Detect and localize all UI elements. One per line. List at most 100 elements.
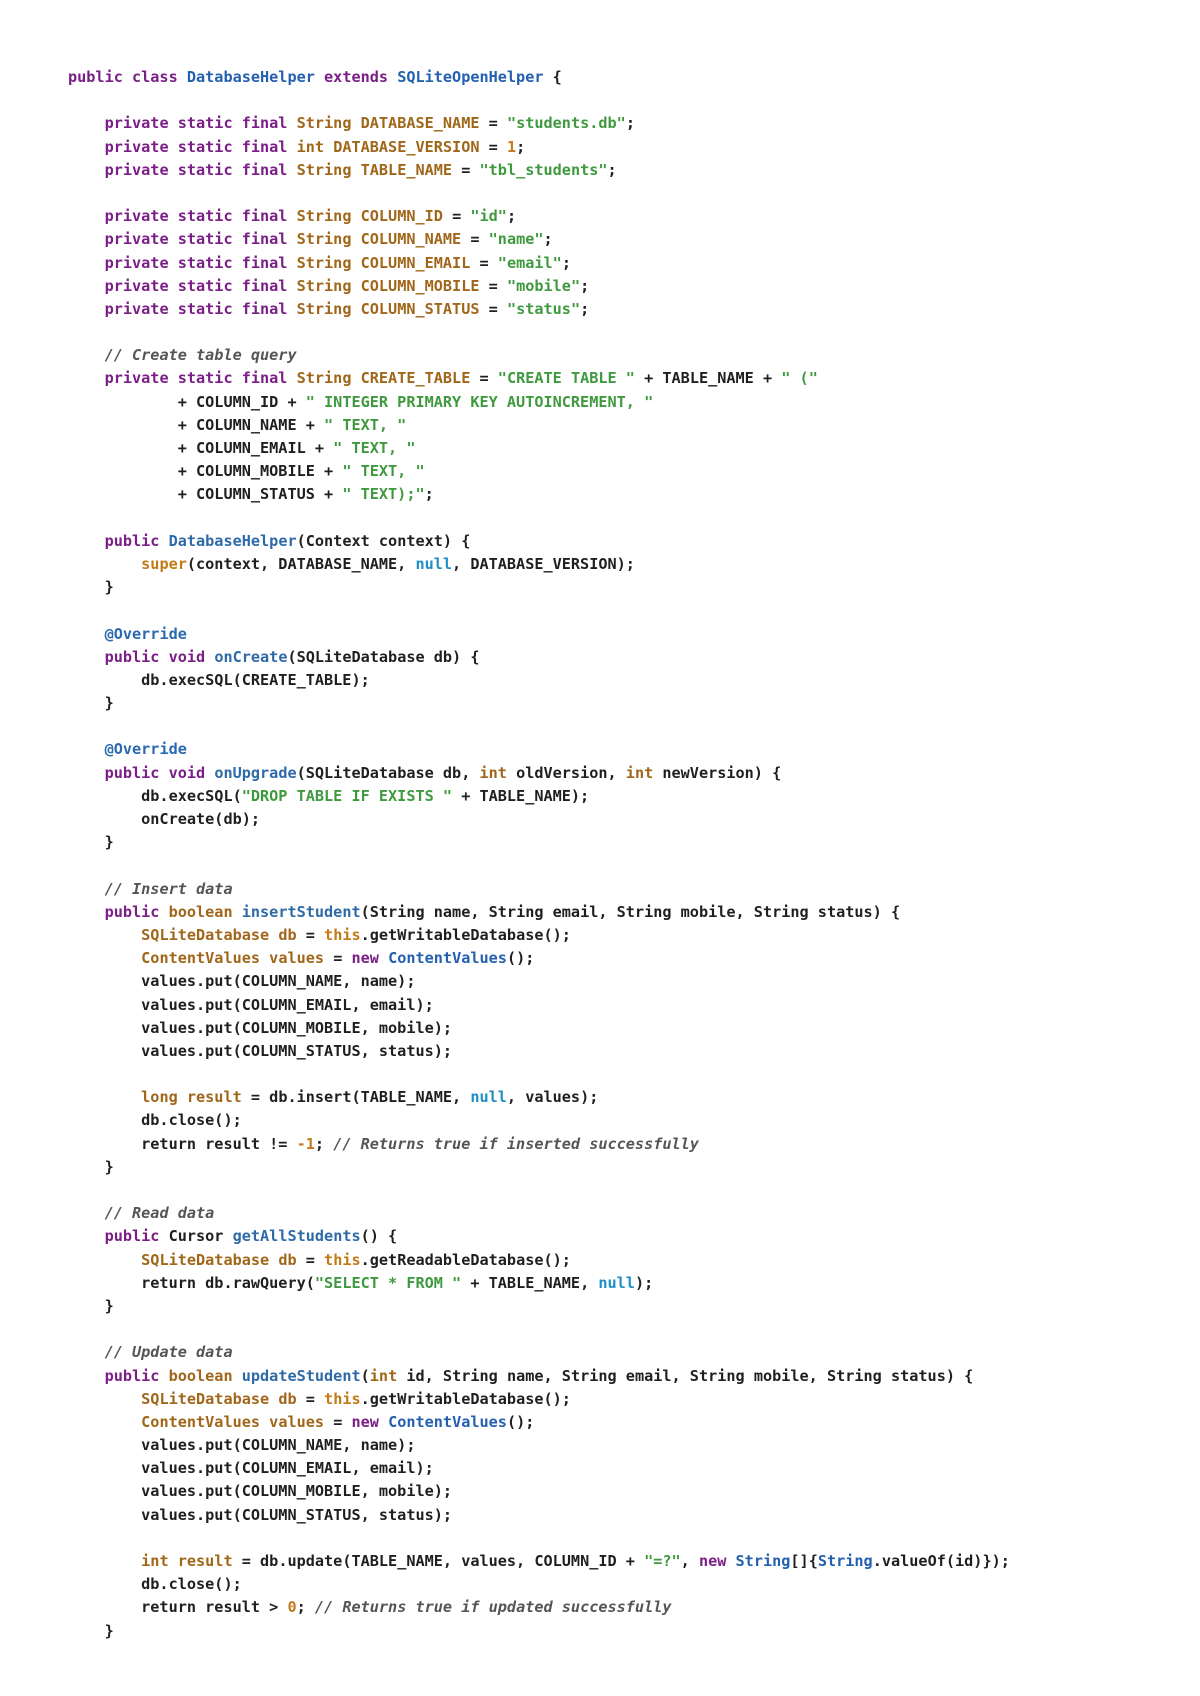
code-line: }	[68, 831, 1178, 854]
code-token-plain: ();	[506, 949, 535, 968]
code-token-method: onUpgrade	[214, 763, 297, 782]
code-token-plain: =	[488, 114, 507, 133]
code-token-plain: ;	[607, 160, 617, 179]
code-token-plain: ;	[506, 207, 517, 226]
code-token-plain: oldVersion,	[516, 763, 626, 782]
code-token-string: "DROP TABLE IF EXISTS "	[241, 786, 453, 805]
code-token-type: boolean	[168, 1366, 242, 1385]
code-line: // Read data	[68, 1202, 1178, 1225]
code-line: private static final int DATABASE_VERSIO…	[68, 136, 1178, 159]
code-token-comment: // Read data	[104, 1204, 215, 1223]
code-token-type: SQLiteDatabase	[141, 1250, 279, 1269]
code-token-plain: + COLUMN_EMAIL +	[68, 439, 334, 457]
code-token-type: SQLiteDatabase	[141, 1389, 279, 1408]
code-token-plain: =	[333, 949, 352, 968]
code-token-var: COLUMN_EMAIL	[360, 253, 480, 272]
code-token-type: boolean	[168, 902, 242, 921]
code-token-plain: values.put(COLUMN_MOBILE, mobile);	[68, 1482, 453, 1501]
code-token-plain: values.put(COLUMN_EMAIL, email);	[68, 1459, 434, 1478]
code-token-plain: =	[452, 207, 471, 226]
code-line: + COLUMN_STATUS + " TEXT);";	[68, 483, 1178, 506]
code-token-string: "id"	[470, 207, 507, 226]
code-token-class: ContentValues	[388, 1412, 507, 1431]
code-token-string: "tbl_students"	[479, 160, 608, 179]
code-line: private static final String COLUMN_NAME …	[68, 228, 1178, 251]
code-token-string: " TEXT);"	[342, 485, 425, 504]
code-line: public Cursor getAllStudents() {	[68, 1225, 1178, 1248]
code-token-plain: =	[488, 276, 507, 295]
code-token-null: null	[470, 1088, 507, 1107]
code-token-plain: {	[543, 68, 562, 86]
code-token-type: SQLiteDatabase	[141, 925, 279, 944]
code-token-type: String	[296, 230, 361, 249]
code-token-type: long	[141, 1088, 187, 1107]
code-token-plain: }	[68, 1621, 114, 1640]
code-line: db.execSQL("DROP TABLE IF EXISTS " + TAB…	[68, 785, 1178, 808]
code-line: long result = db.insert(TABLE_NAME, null…	[68, 1086, 1178, 1109]
code-token-keyword: private static final	[104, 114, 297, 133]
code-token-method: onCreate	[214, 647, 288, 666]
code-line: values.put(COLUMN_EMAIL, email);	[68, 994, 1178, 1017]
code-token-plain: (	[360, 1366, 370, 1385]
code-token-keyword: public class	[68, 68, 187, 86]
code-token-comment: // Insert data	[104, 879, 233, 898]
code-line: private static final String COLUMN_STATU…	[68, 298, 1178, 321]
code-line: }	[68, 1156, 1178, 1179]
code-token-null: null	[598, 1273, 635, 1292]
code-line: values.put(COLUMN_MOBILE, mobile);	[68, 1480, 1178, 1503]
code-line: // Insert data	[68, 878, 1178, 901]
code-line: SQLiteDatabase db = this.getWritableData…	[68, 1388, 1178, 1411]
code-token-plain: ;	[561, 253, 571, 272]
code-token-super: super	[141, 554, 187, 573]
code-token-var: db	[278, 1250, 306, 1269]
code-token-type: int	[296, 137, 334, 156]
code-line: public class DatabaseHelper extends SQLi…	[68, 66, 1178, 89]
code-line: }	[68, 1620, 1178, 1643]
code-token-plain: .getWritableDatabase();	[360, 1389, 571, 1408]
code-token-annotation: @Override	[104, 624, 187, 643]
code-token-keyword: public	[104, 902, 169, 921]
code-token-method: DatabaseHelper	[168, 531, 297, 550]
code-token-string: "email"	[497, 253, 562, 272]
code-token-type: String	[296, 369, 361, 388]
code-line: int result = db.update(TABLE_NAME, value…	[68, 1550, 1178, 1573]
code-token-plain: return result >	[68, 1598, 288, 1617]
code-token-plain: (context, DATABASE_NAME,	[186, 554, 416, 573]
code-line: + COLUMN_EMAIL + " TEXT, "	[68, 437, 1178, 460]
code-line: public boolean insertStudent(String name…	[68, 901, 1178, 924]
code-token-string: "SELECT * FROM "	[314, 1273, 462, 1292]
code-token-plain: }	[68, 1157, 114, 1176]
code-token-string: " TEXT, "	[342, 462, 425, 481]
code-token-plain: values.put(COLUMN_NAME, name);	[68, 972, 416, 991]
code-token-plain: return db.rawQuery(	[68, 1273, 315, 1292]
code-token-plain: (Context context) {	[296, 531, 471, 550]
code-token-plain: values.put(COLUMN_EMAIL, email);	[68, 995, 434, 1014]
code-token-comment: // Update data	[104, 1343, 233, 1362]
code-token-method: insertStudent	[241, 902, 361, 921]
code-line: @Override	[68, 738, 1178, 761]
code-token-plain: db.close();	[68, 1111, 242, 1130]
code-token-plain: values.put(COLUMN_MOBILE, mobile);	[68, 1018, 453, 1037]
code-token-super: this	[324, 1389, 361, 1408]
code-line: db.close();	[68, 1109, 1178, 1132]
code-token-plain: + COLUMN_MOBILE +	[68, 462, 343, 481]
code-token-plain: return result !=	[68, 1134, 297, 1153]
code-token-keyword: public void	[104, 763, 215, 782]
code-token-plain: values.put(COLUMN_STATUS, status);	[68, 1041, 453, 1060]
code-token-plain: .getWritableDatabase();	[360, 925, 571, 944]
code-token-string: " ("	[781, 369, 818, 388]
